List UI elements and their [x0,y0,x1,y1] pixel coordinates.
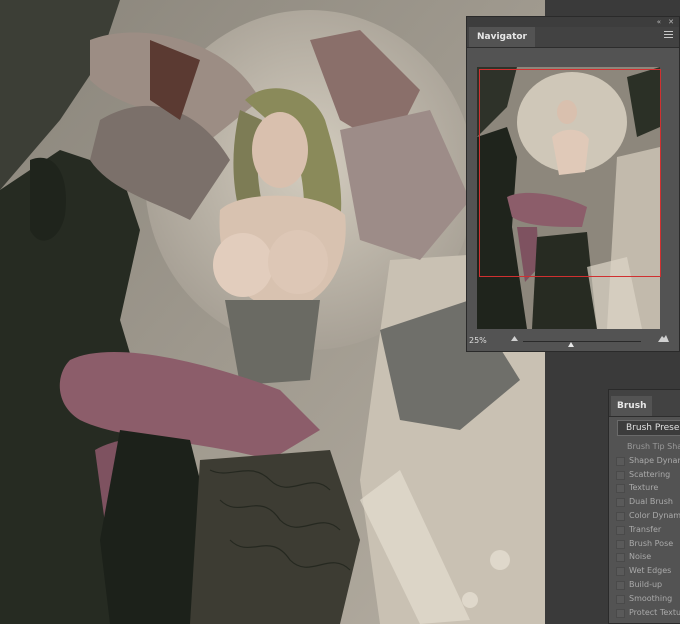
brush-presets-button[interactable]: Brush Prese [617,420,680,436]
brush-tip-shape-item[interactable]: Brush Tip Shap [609,440,680,454]
large-mountain-icon[interactable] [658,335,669,342]
option-checkbox[interactable] [616,498,625,508]
brush-option-item[interactable]: Protect Textu [609,606,680,620]
small-mountain-icon[interactable] [511,336,518,341]
navigator-panel: « ✕ Navigator 25% [466,16,680,352]
brush-tab-row: Brush [609,390,680,417]
zoom-value-input[interactable]: 25% [469,335,501,347]
brush-option-item[interactable]: Smoothing [609,592,680,606]
brush-option-item[interactable]: Dual Brush [609,495,680,509]
brush-option-item[interactable]: Brush Pose [609,537,680,551]
brush-option-label: Smoothing [629,593,673,603]
brush-option-label: Brush Tip Shap [627,442,680,451]
option-checkbox[interactable] [616,553,625,563]
brush-option-item[interactable]: Color Dynami [609,509,680,523]
brush-option-label: Brush Pose [629,538,674,548]
brush-option-item[interactable]: Noise [609,550,680,564]
painting-artwork [0,0,545,624]
option-checkbox[interactable] [616,456,625,466]
panel-menu-icon[interactable] [664,31,673,40]
brush-option-item[interactable]: Texture [609,481,680,495]
brush-option-item[interactable]: Shape Dynam [609,454,680,468]
brush-option-item[interactable]: Scattering [609,468,680,482]
double-chevron-icon[interactable]: « [657,17,661,27]
brush-option-item[interactable]: Wet Edges [609,564,680,578]
document-canvas[interactable] [0,0,545,624]
option-checkbox[interactable] [616,484,625,494]
brush-option-item[interactable]: Transfer [609,523,680,537]
brush-option-label: Scattering [629,469,671,479]
brush-option-label: Transfer [629,524,662,534]
brush-option-label: Dual Brush [629,497,673,507]
close-icon[interactable]: ✕ [668,17,674,27]
brush-option-item[interactable]: Build-up [609,578,680,592]
option-checkbox[interactable] [616,511,625,521]
brush-panel: Brush Brush Prese Brush Tip Shap Shape D… [608,389,680,624]
navigator-tab-row: Navigator [467,27,679,48]
zoom-slider-knob[interactable] [568,342,574,347]
brush-options-list: Brush Tip Shap Shape Dynam Scattering Te… [609,440,680,619]
option-checkbox[interactable] [616,608,625,618]
zoom-slider[interactable] [523,341,641,342]
panel-title-bar[interactable]: « ✕ [467,17,679,27]
brush-option-label: Texture [629,483,659,493]
brush-option-label: Protect Textu [629,607,680,617]
zoom-controls: 25% [467,331,679,351]
brush-option-label: Shape Dynam [629,455,680,465]
option-checkbox[interactable] [616,594,625,604]
option-checkbox[interactable] [616,539,625,549]
option-checkbox[interactable] [616,525,625,535]
navigator-view-box[interactable] [479,69,661,277]
brush-option-label: Noise [629,552,652,562]
option-checkbox[interactable] [616,470,625,480]
brush-option-label: Wet Edges [629,566,672,576]
option-checkbox[interactable] [616,567,625,577]
brush-option-label: Build-up [629,579,663,589]
option-checkbox[interactable] [616,580,625,590]
brush-option-label: Color Dynami [629,510,680,520]
tab-navigator[interactable]: Navigator [469,27,535,47]
tab-brush[interactable]: Brush [611,396,653,416]
